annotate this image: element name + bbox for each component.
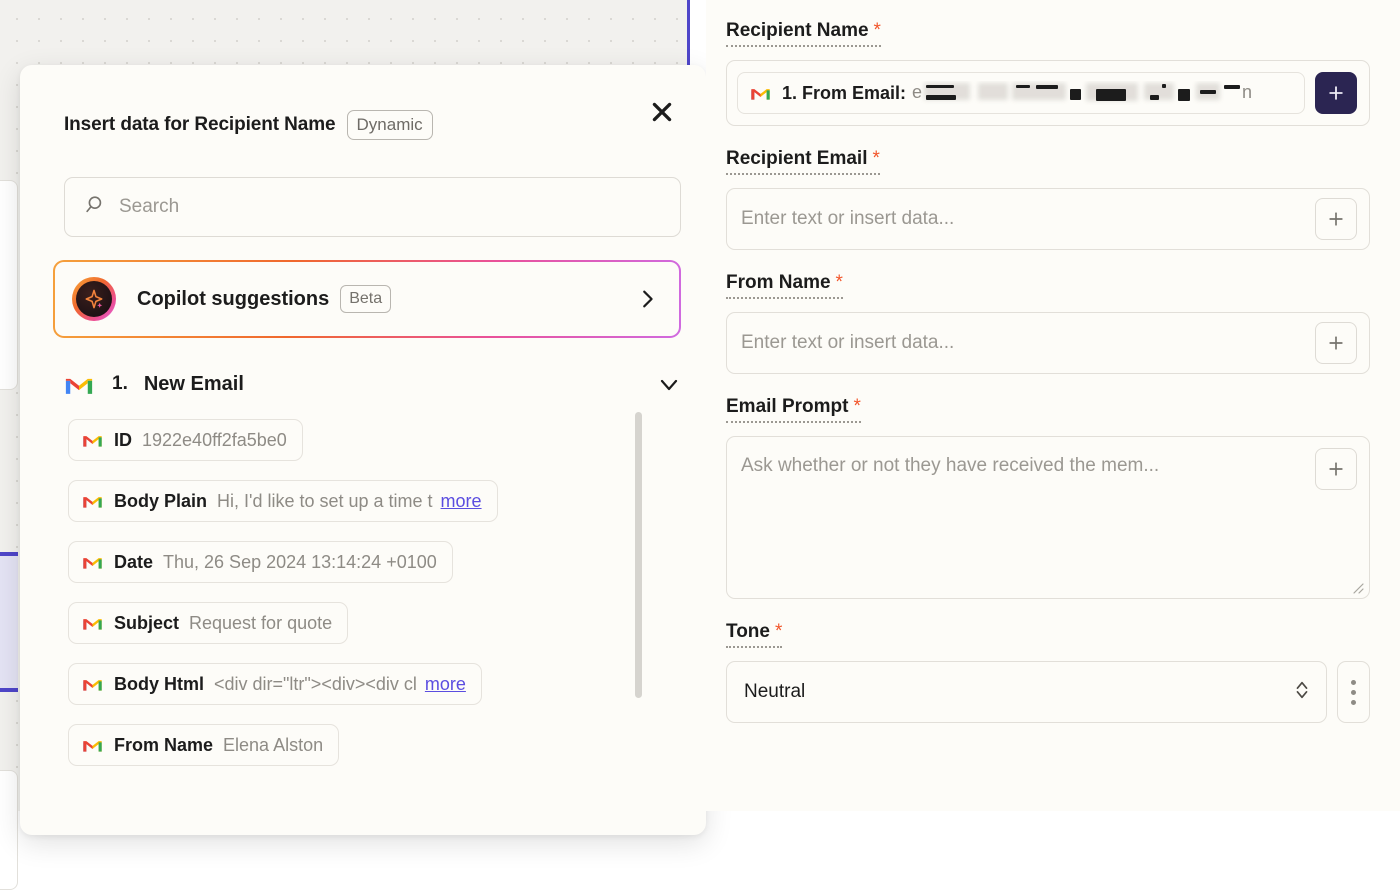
copilot-section: Copilot suggestions Beta bbox=[20, 237, 706, 338]
required-marker: * bbox=[774, 621, 783, 642]
gmail-icon bbox=[750, 85, 771, 101]
list-scrollbar[interactable] bbox=[635, 412, 642, 698]
panel-title: Insert data for Recipient Name bbox=[64, 114, 336, 135]
workflow-node[interactable] bbox=[0, 770, 18, 890]
search-box[interactable] bbox=[64, 177, 681, 237]
field-key: Date bbox=[114, 552, 154, 572]
group-number: 1. bbox=[112, 373, 128, 394]
chevron-up-down-icon bbox=[1292, 679, 1312, 706]
field-value: <div dir="ltr"><div><div cl bbox=[214, 674, 417, 694]
gmail-icon bbox=[82, 676, 103, 692]
label-text: Recipient Email bbox=[726, 148, 868, 169]
gmail-icon bbox=[82, 432, 103, 448]
field-key: From Name bbox=[114, 735, 214, 755]
tone-select[interactable]: Neutral bbox=[726, 661, 1327, 723]
list-item[interactable]: From Name Elena Alston bbox=[68, 724, 340, 766]
field-value: Thu, 26 Sep 2024 13:14:24 +0100 bbox=[163, 552, 437, 572]
field-key: Body Html bbox=[114, 674, 204, 694]
insert-data-panel: Insert data for Recipient Name Dynamic S… bbox=[20, 65, 706, 835]
list-item[interactable]: Body Plain Hi, I'd like to set up a time… bbox=[68, 480, 498, 522]
required-marker: * bbox=[835, 272, 843, 293]
list-item[interactable]: Date Thu, 26 Sep 2024 13:14:24 +0100 bbox=[68, 541, 453, 583]
field-value: 1922e40ff2fa5be0 bbox=[142, 430, 287, 450]
tone-value: Neutral bbox=[744, 681, 806, 702]
show-more-link[interactable]: more bbox=[441, 480, 482, 522]
insert-data-button[interactable] bbox=[1315, 72, 1357, 114]
field-label: Recipient Name * bbox=[726, 20, 881, 47]
group-header-new-email[interactable]: 1. New Email bbox=[20, 338, 706, 400]
close-icon bbox=[649, 99, 675, 125]
group-title: New Email bbox=[143, 372, 244, 395]
email-prompt-textarea[interactable]: Ask whether or not they have received th… bbox=[726, 436, 1370, 599]
field-key: Subject bbox=[114, 613, 180, 633]
insert-data-button[interactable] bbox=[1315, 322, 1357, 364]
field-value: Hi, I'd like to set up a time t bbox=[217, 491, 433, 511]
gmail-icon bbox=[82, 615, 103, 631]
list-item[interactable]: Subject Request for quote bbox=[68, 602, 349, 644]
workflow-node-selected[interactable] bbox=[0, 552, 18, 692]
action-setup-form: Recipient Name * 1. From Email: e n Reci… bbox=[706, 0, 1400, 811]
field-email-prompt: Email Prompt * Ask whether or not they ha… bbox=[726, 396, 1370, 599]
gmail-icon bbox=[64, 373, 94, 396]
gmail-icon bbox=[82, 554, 103, 570]
field-value: Elena Alston bbox=[223, 735, 324, 755]
copilot-suggestions-row[interactable]: Copilot suggestions Beta bbox=[53, 260, 681, 338]
recipient-email-input[interactable]: Enter text or insert data... bbox=[726, 188, 1370, 250]
kebab-menu-icon bbox=[1351, 679, 1356, 685]
search-icon bbox=[83, 194, 105, 221]
label-text: From Name bbox=[726, 272, 831, 293]
field-key: ID bbox=[114, 430, 132, 450]
field-label: Email Prompt * bbox=[726, 396, 861, 423]
list-item[interactable]: Body Html <div dir="ltr"><div><div cl mo… bbox=[68, 663, 482, 705]
from-name-input[interactable]: Enter text or insert data... bbox=[726, 312, 1370, 374]
sparkle-icon bbox=[72, 277, 116, 321]
beta-badge: Beta bbox=[340, 285, 392, 313]
field-recipient-name: Recipient Name * 1. From Email: e n bbox=[726, 20, 1370, 126]
search-section bbox=[20, 145, 706, 237]
placeholder: Ask whether or not they have received th… bbox=[741, 455, 1160, 476]
placeholder: Enter text or insert data... bbox=[741, 332, 955, 353]
chevron-right-icon bbox=[636, 288, 658, 310]
kebab-menu-icon bbox=[1351, 689, 1356, 695]
copilot-label: Copilot suggestions bbox=[137, 287, 330, 310]
gmail-icon bbox=[82, 737, 103, 753]
chevron-down-icon[interactable] bbox=[657, 372, 681, 396]
label-text: Recipient Name bbox=[726, 20, 869, 41]
data-field-list: ID 1922e40ff2fa5be0 Body Plain Hi, I'd l… bbox=[20, 400, 706, 785]
list-item[interactable]: ID 1922e40ff2fa5be0 bbox=[68, 419, 303, 461]
required-marker: * bbox=[872, 148, 880, 169]
close-button[interactable] bbox=[645, 95, 679, 129]
panel-header: Insert data for Recipient Name Dynamic bbox=[20, 65, 706, 145]
insert-data-button[interactable] bbox=[1315, 198, 1357, 240]
workflow-node[interactable] bbox=[0, 180, 18, 390]
gmail-icon bbox=[82, 493, 103, 509]
field-recipient-email: Recipient Email * Enter text or insert da… bbox=[726, 148, 1370, 250]
field-label: Recipient Email * bbox=[726, 148, 880, 175]
data-token[interactable]: 1. From Email: e n bbox=[737, 72, 1305, 114]
insert-data-button[interactable] bbox=[1315, 448, 1357, 490]
tone-options-menu[interactable] bbox=[1337, 661, 1370, 723]
placeholder: Enter text or insert data... bbox=[741, 208, 955, 229]
recipient-name-input[interactable]: 1. From Email: e n bbox=[726, 60, 1370, 126]
field-label: From Name * bbox=[726, 272, 843, 299]
resize-handle-icon[interactable] bbox=[1350, 580, 1364, 594]
required-marker: * bbox=[853, 396, 861, 417]
label-text: Tone bbox=[726, 621, 770, 642]
show-more-link[interactable]: more bbox=[425, 663, 466, 705]
redacted-email-value: e n bbox=[912, 82, 1253, 102]
token-label: 1. From Email: bbox=[782, 82, 907, 103]
dynamic-badge: Dynamic bbox=[346, 110, 433, 140]
label-text: Email Prompt bbox=[726, 396, 849, 417]
field-value: Request for quote bbox=[189, 613, 333, 633]
required-marker: * bbox=[873, 20, 881, 41]
field-tone: Tone * Neutral bbox=[726, 621, 1370, 723]
search-input[interactable] bbox=[119, 196, 662, 218]
kebab-menu-icon bbox=[1351, 699, 1356, 705]
field-key: Body Plain bbox=[114, 491, 208, 511]
field-label: Tone * bbox=[726, 621, 783, 648]
field-from-name: From Name * Enter text or insert data... bbox=[726, 272, 1370, 374]
